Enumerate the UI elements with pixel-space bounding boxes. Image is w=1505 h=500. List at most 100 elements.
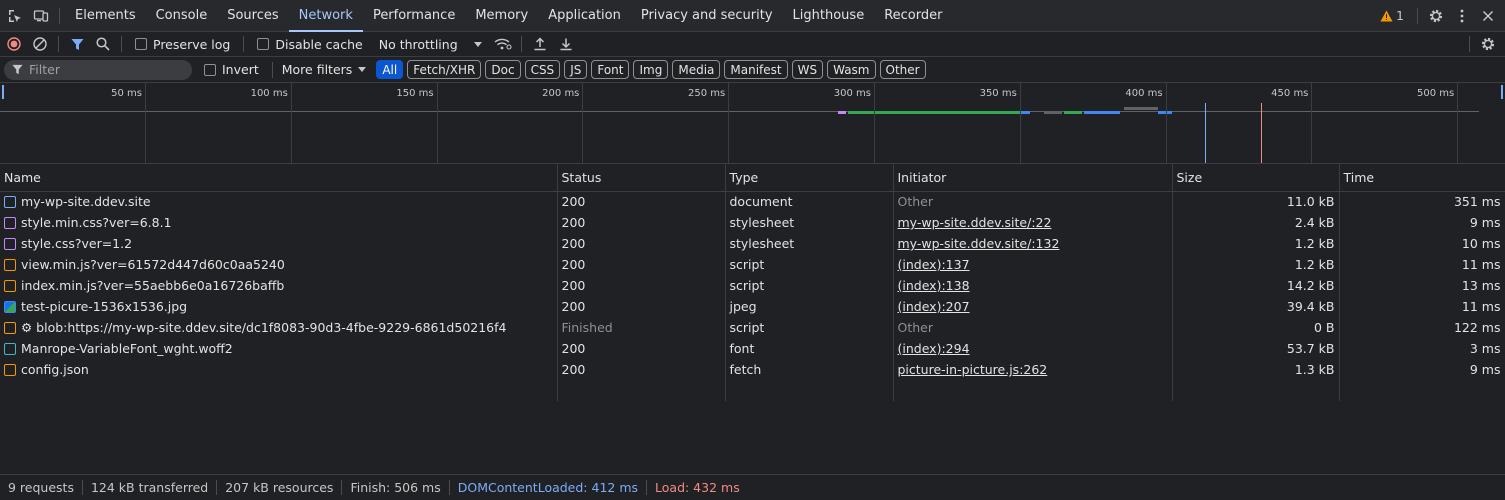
filter-chip-wasm[interactable]: Wasm — [827, 60, 876, 79]
request-name: Manrope-VariableFont_wght.woff2 — [21, 341, 233, 356]
table-header-row: Name Status Type Initiator Size Time — [0, 164, 1505, 192]
tab-application[interactable]: Application — [538, 0, 631, 32]
invert-checkbox[interactable]: Invert — [204, 62, 259, 77]
request-name-cell[interactable]: config.json — [0, 359, 558, 380]
filter-input[interactable] — [29, 62, 179, 77]
tab-elements[interactable]: Elements — [65, 0, 146, 32]
request-name-cell[interactable]: view.min.js?ver=61572d447d60c0aa5240 — [0, 254, 558, 275]
filter-chip-doc[interactable]: Doc — [485, 60, 521, 79]
column-header-status[interactable]: Status — [557, 164, 726, 192]
request-initiator: (index):207 — [893, 296, 1173, 317]
export-har-icon[interactable] — [553, 32, 579, 56]
request-time: 10 ms — [1339, 233, 1505, 254]
initiator-link[interactable]: my-wp-site.ddev.site/:22 — [898, 215, 1052, 230]
filter-chip-media[interactable]: Media — [672, 60, 721, 79]
timeline-tick-label: 300 ms — [833, 88, 871, 99]
tab-sources[interactable]: Sources — [217, 0, 288, 32]
request-time: 9 ms — [1339, 212, 1505, 233]
filter-chip-fetch-xhr[interactable]: Fetch/XHR — [407, 60, 482, 79]
tab-recorder[interactable]: Recorder — [874, 0, 952, 32]
filter-chip-js[interactable]: JS — [564, 60, 588, 79]
stylesheet-file-icon — [4, 216, 16, 229]
divider — [58, 36, 59, 52]
tab-performance[interactable]: Performance — [363, 0, 465, 32]
table-row[interactable]: config.json 200 fetch picture-in-picture.js… — [0, 359, 1505, 380]
request-size: 14.2 kB — [1172, 275, 1340, 296]
request-name-cell[interactable]: style.css?ver=1.2 — [0, 233, 558, 254]
filter-chip-css[interactable]: CSS — [524, 60, 561, 79]
settings-gear-icon[interactable] — [1423, 4, 1449, 28]
warnings-count: 1 — [1396, 8, 1404, 23]
disable-cache-label: Disable cache — [275, 36, 363, 52]
table-row[interactable]: style.min.css?ver=6.8.1 200 stylesheet my-w… — [0, 212, 1505, 233]
request-name: test-picure-1536x1536.jpg — [21, 299, 188, 314]
preserve-log-checkbox[interactable]: Preserve log — [135, 37, 230, 52]
request-status: 200 — [557, 233, 726, 254]
table-row[interactable]: index.min.js?ver=55aebb6e0a16726baffb 200… — [0, 275, 1505, 296]
network-settings-gear-icon[interactable] — [1475, 32, 1501, 56]
request-status: 200 — [557, 191, 726, 212]
throttling-select[interactable]: No throttling — [379, 37, 482, 52]
initiator-link[interactable]: picture-in-picture.js:262 — [898, 362, 1048, 377]
request-name-cell[interactable]: test-picure-1536x1536.jpg — [0, 296, 558, 317]
more-filters-dropdown[interactable]: More filters — [282, 62, 367, 77]
filter-icon[interactable] — [64, 32, 90, 56]
table-row[interactable]: view.min.js?ver=61572d447d60c0aa5240 200 s… — [0, 254, 1505, 275]
tab-lighthouse[interactable]: Lighthouse — [783, 0, 875, 32]
request-name-cell[interactable]: style.min.css?ver=6.8.1 — [0, 212, 558, 233]
column-header-name[interactable]: Name — [0, 164, 558, 192]
inspect-element-icon[interactable] — [2, 4, 28, 28]
network-conditions-wifi-icon[interactable] — [490, 32, 516, 56]
column-header-time[interactable]: Time — [1339, 164, 1505, 192]
tab-memory[interactable]: Memory — [465, 0, 538, 32]
tab-console[interactable]: Console — [146, 0, 218, 32]
initiator-link[interactable]: (index):207 — [898, 299, 970, 314]
column-header-size[interactable]: Size — [1172, 164, 1340, 192]
filter-chip-other[interactable]: Other — [879, 60, 926, 79]
tab-privacy-and-security[interactable]: Privacy and security — [631, 0, 783, 32]
filter-chip-ws[interactable]: WS — [791, 60, 824, 79]
table-row[interactable]: ⚙ blob:https://my-wp-site.ddev.site/dc1f… — [0, 317, 1505, 338]
clear-icon[interactable] — [27, 32, 53, 56]
range-handle-left[interactable] — [2, 85, 4, 99]
filter-chip-all[interactable]: All — [376, 60, 404, 79]
initiator-link[interactable]: (index):138 — [898, 278, 970, 293]
table-row[interactable]: my-wp-site.ddev.site 200 document Other 11.0… — [0, 191, 1505, 212]
request-name-wrapper: config.json — [4, 362, 553, 377]
import-har-icon[interactable] — [527, 32, 553, 56]
warnings-badge[interactable]: 1 — [1380, 8, 1404, 23]
column-header-initiator[interactable]: Initiator — [893, 164, 1173, 192]
request-status: 200 — [557, 275, 726, 296]
filter-chip-font[interactable]: Font — [591, 60, 630, 79]
timeline-tick-label: 400 ms — [1125, 88, 1163, 99]
preserve-log-label: Preserve log — [153, 36, 231, 52]
disable-cache-checkbox[interactable]: Disable cache — [257, 36, 363, 52]
request-name-cell[interactable]: index.min.js?ver=55aebb6e0a16726baffb — [0, 275, 558, 296]
timeline-tick-label: 250 ms — [687, 88, 726, 99]
request-size: 39.4 kB — [1172, 296, 1340, 317]
filter-funnel-icon — [12, 64, 23, 75]
filter-bar: Invert More filters AllFetch/XHRDocCSSJS… — [0, 57, 1505, 83]
table-row[interactable]: test-picure-1536x1536.jpg 200 jpeg (index):… — [0, 296, 1505, 317]
initiator-link[interactable]: (index):137 — [898, 257, 970, 272]
table-row[interactable]: style.css?ver=1.2 200 stylesheet my-wp-site… — [0, 233, 1505, 254]
request-name-cell[interactable]: Manrope-VariableFont_wght.woff2 — [0, 338, 558, 359]
close-devtools-icon[interactable] — [1475, 4, 1501, 28]
table-row[interactable]: Manrope-VariableFont_wght.woff2 200 font (i… — [0, 338, 1505, 359]
initiator-link[interactable]: (index):294 — [898, 341, 970, 356]
stop-recording-icon[interactable] — [1, 32, 27, 56]
filter-chip-manifest[interactable]: Manifest — [724, 60, 788, 79]
request-name-cell[interactable]: ⚙ blob:https://my-wp-site.ddev.site/dc1f… — [0, 317, 558, 338]
timeline-gridline — [874, 83, 875, 163]
search-icon[interactable] — [90, 32, 116, 56]
request-name-cell[interactable]: my-wp-site.ddev.site — [0, 191, 558, 212]
tab-network[interactable]: Network — [288, 0, 364, 32]
more-options-icon[interactable] — [1449, 4, 1475, 28]
filter-chip-img[interactable]: Img — [633, 60, 669, 79]
column-header-type[interactable]: Type — [725, 164, 894, 192]
timeline-gridline — [1311, 83, 1313, 163]
range-handle-right[interactable] — [1501, 85, 1503, 99]
initiator-link[interactable]: my-wp-site.ddev.site/:132 — [898, 236, 1060, 251]
device-toolbar-icon[interactable] — [28, 4, 54, 28]
network-overview-timeline[interactable]: 50 ms 100 ms 150 ms 200 ms 250 ms 300 ms 350 m… — [0, 83, 1505, 164]
